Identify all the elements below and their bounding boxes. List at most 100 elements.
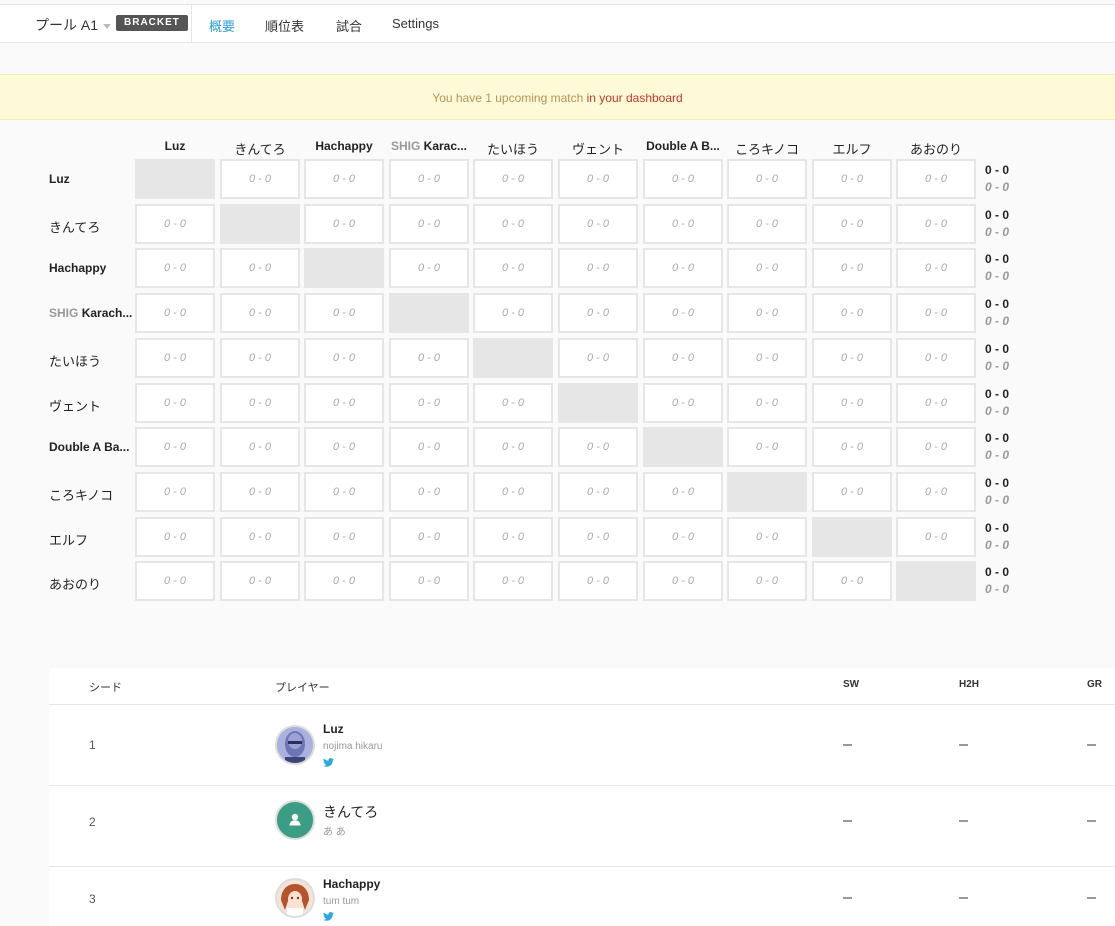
matrix-cell[interactable]: 0 - 0 bbox=[812, 472, 892, 512]
matrix-cell[interactable]: 0 - 0 bbox=[473, 159, 553, 199]
tab-matches[interactable]: 試合 bbox=[336, 16, 362, 35]
matrix-cell[interactable]: 0 - 0 bbox=[727, 427, 807, 467]
matrix-cell[interactable]: 0 - 0 bbox=[135, 517, 215, 557]
photo-avatar[interactable] bbox=[275, 725, 315, 765]
matrix-cell[interactable]: 0 - 0 bbox=[220, 293, 300, 333]
matrix-cell[interactable]: 0 - 0 bbox=[643, 248, 723, 288]
matrix-cell[interactable]: 0 - 0 bbox=[558, 427, 638, 467]
matrix-cell[interactable]: 0 - 0 bbox=[304, 561, 384, 601]
matrix-cell[interactable]: 0 - 0 bbox=[812, 248, 892, 288]
matrix-cell[interactable]: 0 - 0 bbox=[135, 472, 215, 512]
matrix-cell[interactable]: 0 - 0 bbox=[135, 293, 215, 333]
player-name[interactable]: きんてろ bbox=[323, 802, 378, 822]
matrix-cell[interactable]: 0 - 0 bbox=[643, 293, 723, 333]
anime-avatar[interactable] bbox=[275, 878, 315, 918]
matrix-cell[interactable]: 0 - 0 bbox=[558, 472, 638, 512]
matrix-cell[interactable]: 0 - 0 bbox=[220, 338, 300, 378]
matrix-cell[interactable]: 0 - 0 bbox=[304, 338, 384, 378]
matrix-cell[interactable]: 0 - 0 bbox=[896, 383, 976, 423]
matrix-cell[interactable]: 0 - 0 bbox=[304, 383, 384, 423]
player-name[interactable]: Luz bbox=[323, 722, 344, 736]
matrix-cell[interactable]: 0 - 0 bbox=[558, 293, 638, 333]
matrix-cell[interactable]: 0 - 0 bbox=[389, 159, 469, 199]
matrix-cell[interactable]: 0 - 0 bbox=[473, 427, 553, 467]
matrix-cell[interactable]: 0 - 0 bbox=[812, 293, 892, 333]
matrix-cell[interactable]: 0 - 0 bbox=[643, 517, 723, 557]
matrix-cell[interactable]: 0 - 0 bbox=[135, 427, 215, 467]
matrix-cell[interactable]: 0 - 0 bbox=[389, 427, 469, 467]
matrix-cell[interactable]: 0 - 0 bbox=[220, 427, 300, 467]
matrix-cell[interactable]: 0 - 0 bbox=[389, 338, 469, 378]
matrix-cell[interactable]: 0 - 0 bbox=[896, 338, 976, 378]
matrix-cell[interactable]: 0 - 0 bbox=[558, 248, 638, 288]
dashboard-link[interactable]: in your dashboard bbox=[587, 91, 683, 105]
matrix-cell[interactable]: 0 - 0 bbox=[643, 204, 723, 244]
matrix-cell[interactable]: 0 - 0 bbox=[643, 383, 723, 423]
matrix-cell[interactable]: 0 - 0 bbox=[558, 517, 638, 557]
matrix-cell[interactable]: 0 - 0 bbox=[473, 517, 553, 557]
matrix-cell[interactable]: 0 - 0 bbox=[389, 248, 469, 288]
matrix-cell[interactable]: 0 - 0 bbox=[558, 204, 638, 244]
tab-standings[interactable]: 順位表 bbox=[265, 16, 304, 35]
h2h-header[interactable]: H2H bbox=[959, 679, 979, 690]
matrix-cell[interactable]: 0 - 0 bbox=[558, 561, 638, 601]
matrix-cell[interactable]: 0 - 0 bbox=[473, 204, 553, 244]
matrix-cell[interactable]: 0 - 0 bbox=[727, 561, 807, 601]
twitter-icon[interactable] bbox=[323, 912, 334, 921]
matrix-cell[interactable]: 0 - 0 bbox=[389, 383, 469, 423]
matrix-cell[interactable]: 0 - 0 bbox=[135, 248, 215, 288]
matrix-cell[interactable]: 0 - 0 bbox=[643, 159, 723, 199]
matrix-cell[interactable]: 0 - 0 bbox=[643, 338, 723, 378]
gr-header[interactable]: GR bbox=[1087, 679, 1102, 690]
matrix-cell[interactable]: 0 - 0 bbox=[473, 248, 553, 288]
matrix-cell[interactable]: 0 - 0 bbox=[896, 427, 976, 467]
matrix-cell[interactable]: 0 - 0 bbox=[220, 159, 300, 199]
matrix-cell[interactable]: 0 - 0 bbox=[558, 338, 638, 378]
matrix-cell[interactable]: 0 - 0 bbox=[304, 204, 384, 244]
matrix-cell[interactable]: 0 - 0 bbox=[812, 383, 892, 423]
matrix-cell[interactable]: 0 - 0 bbox=[812, 427, 892, 467]
matrix-cell[interactable]: 0 - 0 bbox=[304, 427, 384, 467]
matrix-cell[interactable]: 0 - 0 bbox=[389, 517, 469, 557]
matrix-cell[interactable]: 0 - 0 bbox=[135, 204, 215, 244]
matrix-cell[interactable]: 0 - 0 bbox=[220, 248, 300, 288]
matrix-cell[interactable]: 0 - 0 bbox=[135, 561, 215, 601]
matrix-cell[interactable]: 0 - 0 bbox=[727, 204, 807, 244]
matrix-cell[interactable]: 0 - 0 bbox=[643, 472, 723, 512]
pool-selector[interactable]: プール A1 bbox=[35, 15, 112, 35]
matrix-cell[interactable]: 0 - 0 bbox=[727, 383, 807, 423]
matrix-cell[interactable]: 0 - 0 bbox=[135, 338, 215, 378]
matrix-cell[interactable]: 0 - 0 bbox=[304, 472, 384, 512]
tab-overview[interactable]: 概要 bbox=[209, 16, 235, 35]
matrix-cell[interactable]: 0 - 0 bbox=[727, 517, 807, 557]
matrix-cell[interactable]: 0 - 0 bbox=[896, 517, 976, 557]
matrix-cell[interactable]: 0 - 0 bbox=[812, 204, 892, 244]
matrix-cell[interactable]: 0 - 0 bbox=[812, 561, 892, 601]
matrix-cell[interactable]: 0 - 0 bbox=[220, 472, 300, 512]
matrix-cell[interactable]: 0 - 0 bbox=[812, 338, 892, 378]
matrix-cell[interactable]: 0 - 0 bbox=[304, 159, 384, 199]
matrix-cell[interactable]: 0 - 0 bbox=[896, 159, 976, 199]
matrix-cell[interactable]: 0 - 0 bbox=[727, 248, 807, 288]
matrix-cell[interactable]: 0 - 0 bbox=[389, 472, 469, 512]
matrix-cell[interactable]: 0 - 0 bbox=[812, 159, 892, 199]
matrix-cell[interactable]: 0 - 0 bbox=[558, 159, 638, 199]
matrix-cell[interactable]: 0 - 0 bbox=[389, 204, 469, 244]
matrix-cell[interactable]: 0 - 0 bbox=[896, 248, 976, 288]
matrix-cell[interactable]: 0 - 0 bbox=[473, 561, 553, 601]
twitter-icon[interactable] bbox=[323, 758, 334, 767]
matrix-cell[interactable]: 0 - 0 bbox=[473, 472, 553, 512]
matrix-cell[interactable]: 0 - 0 bbox=[473, 383, 553, 423]
matrix-cell[interactable]: 0 - 0 bbox=[473, 293, 553, 333]
matrix-cell[interactable]: 0 - 0 bbox=[727, 293, 807, 333]
matrix-cell[interactable]: 0 - 0 bbox=[220, 383, 300, 423]
matrix-cell[interactable]: 0 - 0 bbox=[220, 561, 300, 601]
player-name[interactable]: Hachappy bbox=[323, 877, 380, 891]
matrix-cell[interactable]: 0 - 0 bbox=[896, 204, 976, 244]
sw-header[interactable]: SW bbox=[843, 679, 859, 690]
matrix-cell[interactable]: 0 - 0 bbox=[896, 472, 976, 512]
matrix-cell[interactable]: 0 - 0 bbox=[389, 561, 469, 601]
matrix-cell[interactable]: 0 - 0 bbox=[220, 517, 300, 557]
matrix-cell[interactable]: 0 - 0 bbox=[727, 338, 807, 378]
matrix-cell[interactable]: 0 - 0 bbox=[727, 159, 807, 199]
